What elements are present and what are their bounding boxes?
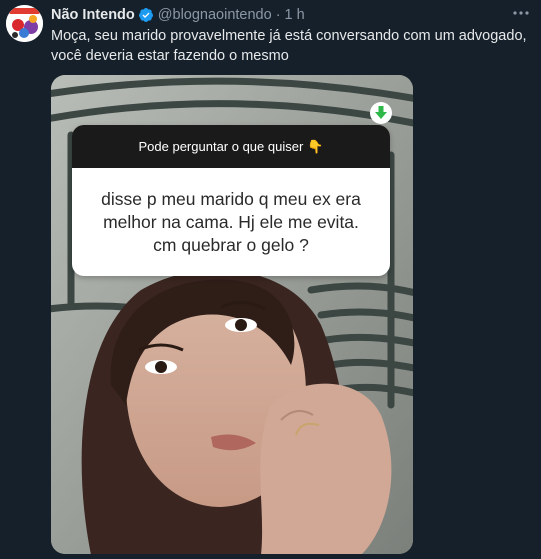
- question-line-1: disse p meu marido q meu ex era: [101, 188, 361, 209]
- author-handle[interactable]: @blognaointendo: [158, 7, 272, 23]
- download-badge[interactable]: [370, 102, 392, 124]
- tweet-media-image[interactable]: Pode perguntar o que quiser 👇 disse p me…: [51, 75, 413, 554]
- separator-dot: ·: [275, 7, 281, 23]
- tweet-text-line-2: você deveria estar fazendo o mesmo: [51, 48, 289, 64]
- question-line-2: melhor na cama. Hj ele me evita.: [103, 211, 359, 232]
- verified-badge-icon: [138, 7, 154, 23]
- question-sticker: Pode perguntar o que quiser 👇 disse p me…: [72, 125, 390, 276]
- avatar-logo: [6, 5, 43, 42]
- question-sticker-header: Pode perguntar o que quiser 👇: [72, 125, 390, 168]
- author-avatar[interactable]: [6, 5, 43, 42]
- download-arrow-icon: [375, 106, 387, 119]
- question-line-3: cm quebrar o gelo ?: [153, 234, 309, 255]
- pointing-down-emoji-icon: 👇: [307, 138, 324, 154]
- author-name[interactable]: Não Intendo: [51, 7, 135, 23]
- tweet-timestamp[interactable]: 1 h: [285, 7, 305, 23]
- question-sticker-title: Pode perguntar o que quiser: [138, 139, 304, 154]
- tweet-text: Moça, seu marido provavelmente já está c…: [51, 26, 531, 66]
- more-options-icon[interactable]: [511, 4, 531, 22]
- tweet-text-line-1: Moça, seu marido provavelmente já está c…: [51, 28, 527, 44]
- question-sticker-body: disse p meu marido q meu ex era melhor n…: [72, 168, 390, 276]
- tweet-header: Não Intendo @blognaointendo · 1 h: [51, 6, 531, 24]
